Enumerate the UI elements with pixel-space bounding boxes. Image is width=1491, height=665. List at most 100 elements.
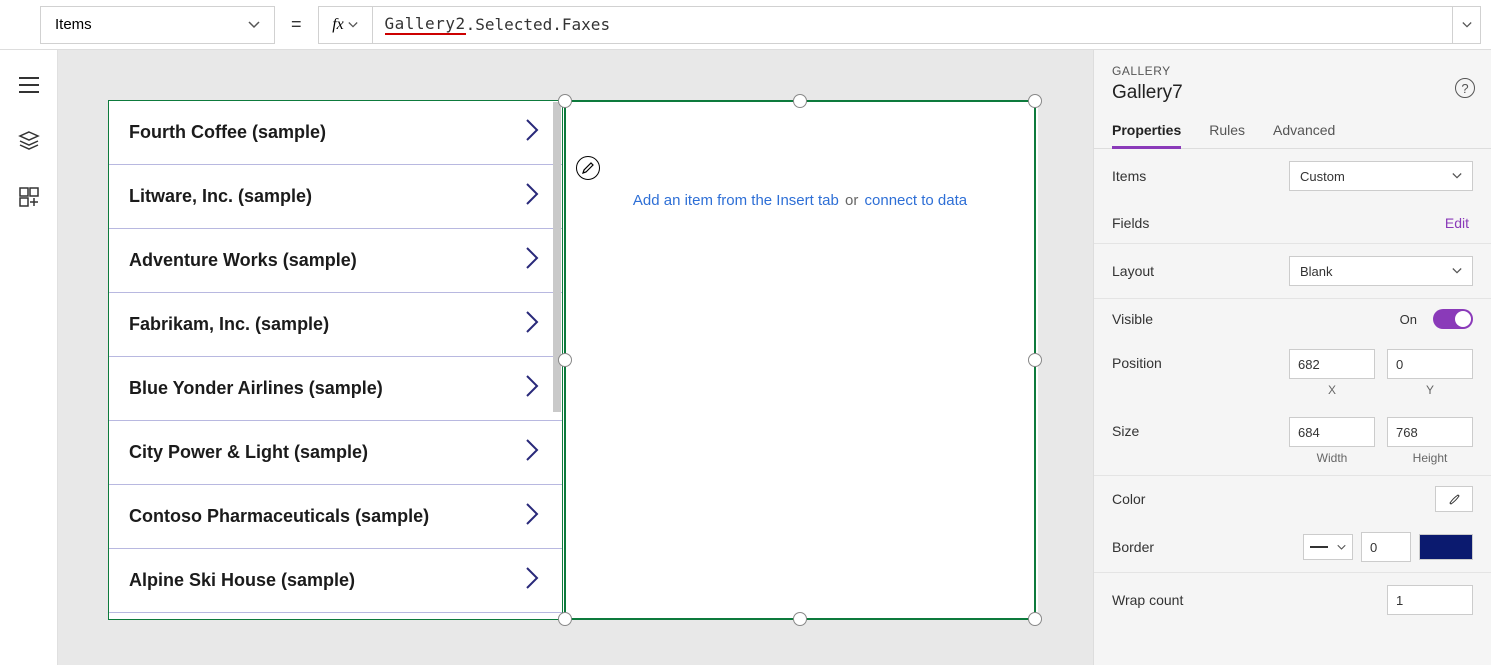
list-item[interactable]: Contoso Pharmaceuticals (sample) — [109, 485, 562, 549]
prop-label: Layout — [1112, 263, 1154, 279]
items-dropdown[interactable]: Custom — [1289, 161, 1473, 191]
hamburger-icon[interactable] — [18, 74, 40, 96]
resize-handle[interactable] — [558, 612, 572, 626]
resize-handle[interactable] — [1028, 94, 1042, 108]
edit-template-button[interactable] — [576, 156, 600, 180]
y-label: Y — [1426, 383, 1434, 397]
list-item[interactable]: Alpine Ski House (sample) — [109, 549, 562, 613]
layout-dropdown[interactable]: Blank — [1289, 256, 1473, 286]
formula-expand-button[interactable] — [1453, 6, 1481, 44]
help-icon[interactable]: ? — [1455, 78, 1475, 98]
resize-handle[interactable] — [793, 612, 807, 626]
pencil-icon — [582, 162, 594, 174]
list-item[interactable]: Blue Yonder Airlines (sample) — [109, 357, 562, 421]
chevron-right-icon[interactable] — [524, 181, 540, 212]
components-icon[interactable] — [18, 186, 40, 208]
wrap-count-input[interactable] — [1387, 585, 1473, 615]
border-color-picker[interactable] — [1419, 534, 1473, 560]
property-dropdown-label: Items — [55, 16, 92, 33]
list-item[interactable]: Adventure Works (sample) — [109, 229, 562, 293]
x-label: X — [1328, 383, 1336, 397]
chevron-right-icon[interactable] — [524, 373, 540, 404]
size-width-input[interactable] — [1289, 417, 1375, 447]
prop-color: Color — [1094, 476, 1491, 522]
border-style-dropdown[interactable] — [1303, 534, 1353, 560]
fx-button[interactable]: fx — [318, 6, 372, 44]
resize-handle[interactable] — [558, 94, 572, 108]
chevron-down-icon — [1452, 171, 1462, 181]
control-type-label: GALLERY — [1112, 64, 1473, 78]
control-name[interactable]: Gallery7 — [1112, 82, 1473, 104]
connect-data-link[interactable]: connect to data — [865, 192, 968, 209]
formula-expr-part1: Gallery2 — [385, 14, 466, 35]
list-item-label: Alpine Ski House (sample) — [129, 570, 355, 591]
resize-handle[interactable] — [1028, 353, 1042, 367]
list-item-label: Adventure Works (sample) — [129, 250, 357, 271]
prop-label: Wrap count — [1112, 592, 1183, 608]
list-item-label: Fabrikam, Inc. (sample) — [129, 314, 329, 335]
equals-sign: = — [275, 14, 318, 35]
list-item[interactable]: Fourth Coffee (sample) — [109, 101, 562, 165]
list-item[interactable]: City Power & Light (sample) — [109, 421, 562, 485]
list-item-label: Litware, Inc. (sample) — [129, 186, 312, 207]
items-value: Custom — [1300, 169, 1345, 184]
list-item-label: Blue Yonder Airlines (sample) — [129, 378, 383, 399]
list-item-label: Fourth Coffee (sample) — [129, 122, 326, 143]
chevron-down-icon — [1452, 266, 1462, 276]
color-picker[interactable] — [1435, 486, 1473, 512]
chevron-right-icon[interactable] — [524, 501, 540, 532]
layout-value: Blank — [1300, 264, 1333, 279]
visible-toggle[interactable] — [1433, 309, 1473, 329]
prop-label: Visible — [1112, 311, 1153, 327]
paint-icon — [1447, 492, 1461, 506]
formula-input[interactable]: Gallery2.Selected.Faxes — [372, 6, 1453, 44]
list-item[interactable]: Fabrikam, Inc. (sample) — [109, 293, 562, 357]
tab-advanced[interactable]: Advanced — [1273, 112, 1335, 148]
prop-label: Border — [1112, 539, 1154, 555]
chevron-right-icon[interactable] — [524, 245, 540, 276]
tab-rules[interactable]: Rules — [1209, 112, 1245, 148]
visible-state: On — [1400, 312, 1417, 327]
height-label: Height — [1413, 451, 1448, 465]
gallery-accounts[interactable]: Fourth Coffee (sample) Litware, Inc. (sam… — [108, 100, 563, 620]
prop-layout: Layout Blank — [1094, 244, 1491, 299]
fields-edit-link[interactable]: Edit — [1445, 215, 1473, 231]
resize-handle[interactable] — [1028, 612, 1042, 626]
prop-label: Fields — [1112, 215, 1149, 231]
chevron-down-icon — [248, 19, 260, 31]
resize-handle[interactable] — [793, 94, 807, 108]
prop-wrap-count: Wrap count — [1094, 573, 1491, 627]
placeholder-or: or — [841, 192, 863, 209]
chevron-down-icon — [348, 20, 358, 30]
chevron-right-icon[interactable] — [524, 437, 540, 468]
fx-label: fx — [332, 16, 344, 34]
position-x-input[interactable] — [1289, 349, 1375, 379]
list-item-label: City Power & Light (sample) — [129, 442, 368, 463]
layers-icon[interactable] — [18, 130, 40, 152]
canvas[interactable]: Fourth Coffee (sample) Litware, Inc. (sam… — [58, 50, 1093, 665]
chevron-right-icon[interactable] — [524, 309, 540, 340]
resize-handle[interactable] — [558, 353, 572, 367]
property-dropdown[interactable]: Items — [40, 6, 275, 44]
position-y-input[interactable] — [1387, 349, 1473, 379]
insert-link[interactable]: Add an item from the Insert tab — [633, 192, 839, 209]
chevron-right-icon[interactable] — [524, 565, 540, 596]
properties-panel: GALLERY Gallery7 ? Properties Rules Adva… — [1093, 50, 1491, 665]
width-label: Width — [1317, 451, 1348, 465]
line-icon — [1310, 546, 1328, 548]
app-screen[interactable]: Fourth Coffee (sample) Litware, Inc. (sam… — [108, 100, 1038, 620]
border-width-input[interactable] — [1361, 532, 1411, 562]
chevron-right-icon[interactable] — [524, 117, 540, 148]
prop-label: Color — [1112, 491, 1145, 507]
list-item-label: Contoso Pharmaceuticals (sample) — [129, 506, 429, 527]
prop-position: Position X Y — [1094, 339, 1491, 407]
formula-bar: Items = fx Gallery2.Selected.Faxes — [0, 0, 1491, 50]
prop-size: Size Width Height — [1094, 407, 1491, 475]
list-item[interactable]: Litware, Inc. (sample) — [109, 165, 562, 229]
left-rail — [0, 50, 58, 665]
prop-visible: Visible On — [1094, 299, 1491, 339]
tab-properties[interactable]: Properties — [1112, 112, 1181, 148]
size-height-input[interactable] — [1387, 417, 1473, 447]
prop-fields: Fields Edit — [1094, 203, 1491, 244]
gallery-selected[interactable]: Add an item from the Insert tab or conne… — [564, 100, 1036, 620]
